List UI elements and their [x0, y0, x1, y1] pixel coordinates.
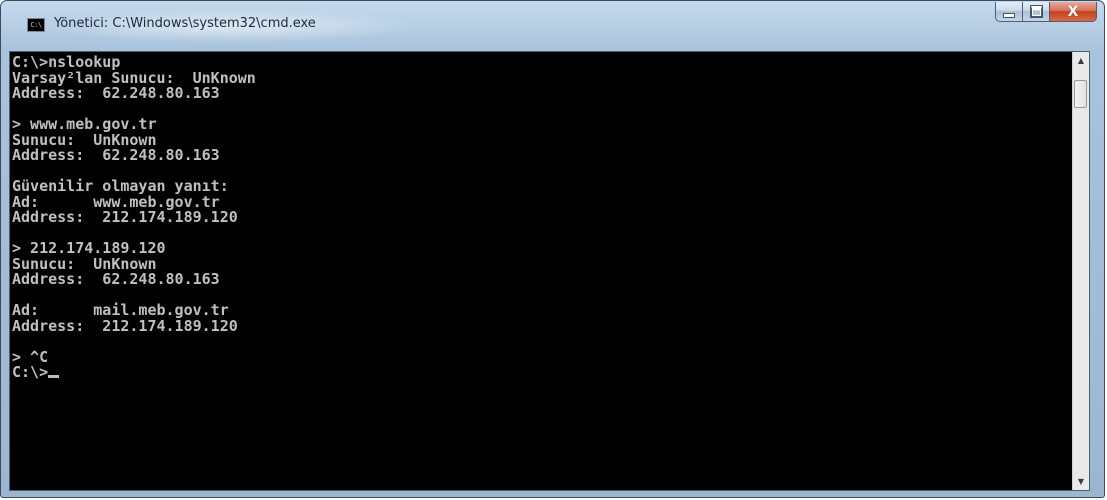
window-title: Yönetici: C:\Windows\system32\cmd.exe: [54, 16, 316, 31]
console-line: Address: 212.174.189.120: [12, 208, 238, 226]
close-icon: X: [1067, 3, 1079, 20]
console-output[interactable]: C:\>nslookup Varsay²lan Sunucu: UnKnown Ad…: [12, 55, 1062, 489]
console-line: C:\>: [12, 364, 1062, 381]
console-line: > 212.174.189.120: [12, 239, 166, 257]
console-line: > ^C: [12, 347, 49, 366]
maximize-button[interactable]: [1022, 2, 1049, 22]
console-line: > www.meb.gov.tr: [12, 115, 157, 133]
vertical-scrollbar[interactable]: ▲ ▼: [1072, 52, 1089, 490]
cmd-window: C:\ Yönetici: C:\Windows\system32\cmd.ex…: [0, 0, 1105, 498]
console-line: Address: 62.248.80.163: [12, 146, 220, 164]
console-area[interactable]: C:\>nslookup Varsay²lan Sunucu: UnKnown Ad…: [9, 51, 1090, 491]
console-line: Address: 62.248.80.163: [12, 84, 220, 102]
scroll-thumb[interactable]: [1074, 80, 1087, 108]
console-line: Address: 62.248.80.163: [12, 270, 220, 288]
caption-buttons: X: [995, 2, 1097, 22]
minimize-button[interactable]: [995, 2, 1022, 22]
title-bar[interactable]: C:\ Yönetici: C:\Windows\system32\cmd.ex…: [1, 1, 1104, 51]
scroll-up-arrow-icon[interactable]: ▲: [1073, 52, 1089, 69]
text-cursor: [48, 375, 60, 378]
console-line: Address: 212.174.189.120: [12, 316, 238, 335]
minimize-icon: [1003, 12, 1015, 18]
maximize-icon: [1029, 5, 1043, 18]
cmd-icon[interactable]: C:\: [27, 18, 45, 32]
scroll-down-arrow-icon[interactable]: ▼: [1073, 473, 1089, 490]
close-button[interactable]: X: [1049, 2, 1097, 22]
